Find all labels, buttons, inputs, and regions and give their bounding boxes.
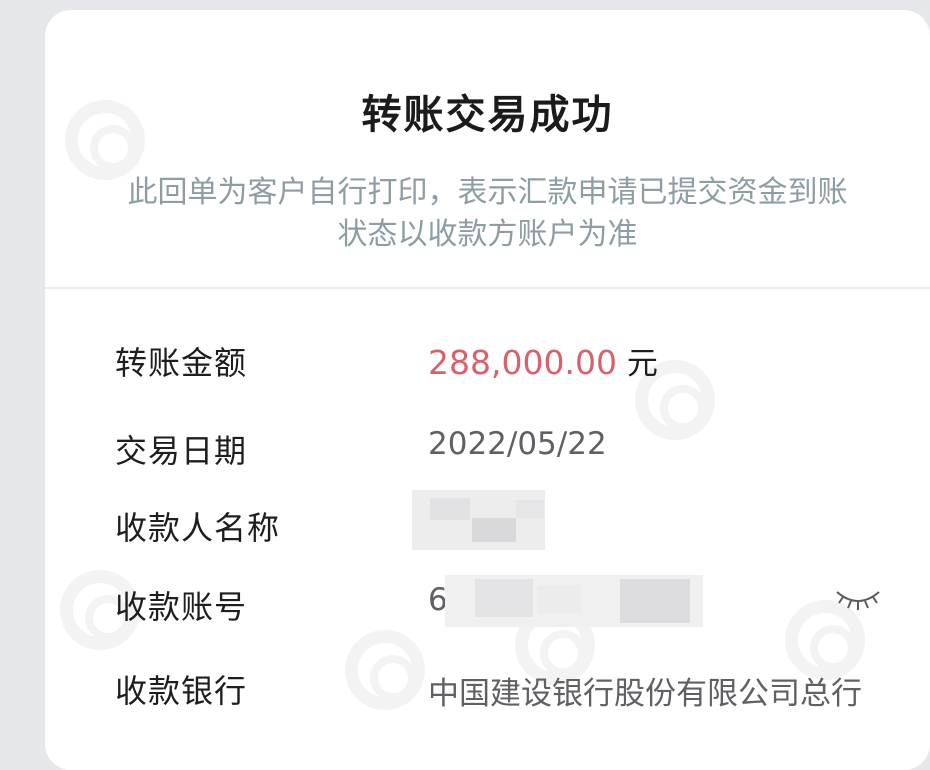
amount-value: 288,000.00 [428,343,617,382]
eye-closed-icon[interactable] [833,584,883,614]
payee-name-redacted [412,490,545,550]
receipt-notice: 此回单为客户自行打印，表示汇款申请已提交资金到账状态以收款方账户为准 [127,175,848,252]
receipt-card: 转账交易成功 此回单为客户自行打印，表示汇款申请已提交资金到账状态以收款方账户为… [45,10,930,770]
date-label: 交易日期 [115,432,248,470]
payee-name-label: 收款人名称 [115,509,281,547]
payee-account-redacted [445,575,703,627]
payee-bank-label: 收款银行 [115,672,248,710]
divider [45,287,930,289]
amount-value-group: 288,000.00 元 [428,338,658,383]
page-title: 转账交易成功 [361,92,614,138]
receipt-header: 转账交易成功 此回单为客户自行打印，表示汇款申请已提交资金到账状态以收款方账户为… [45,10,930,288]
watermark-logo-icon [345,630,425,710]
date-value: 2022/05/22 [428,426,607,462]
amount-unit: 元 [626,346,658,382]
payee-bank-value: 中国建设银行股份有限公司总行 [428,676,862,712]
payee-account-label: 收款账号 [115,588,248,626]
amount-label: 转账金额 [115,344,248,382]
